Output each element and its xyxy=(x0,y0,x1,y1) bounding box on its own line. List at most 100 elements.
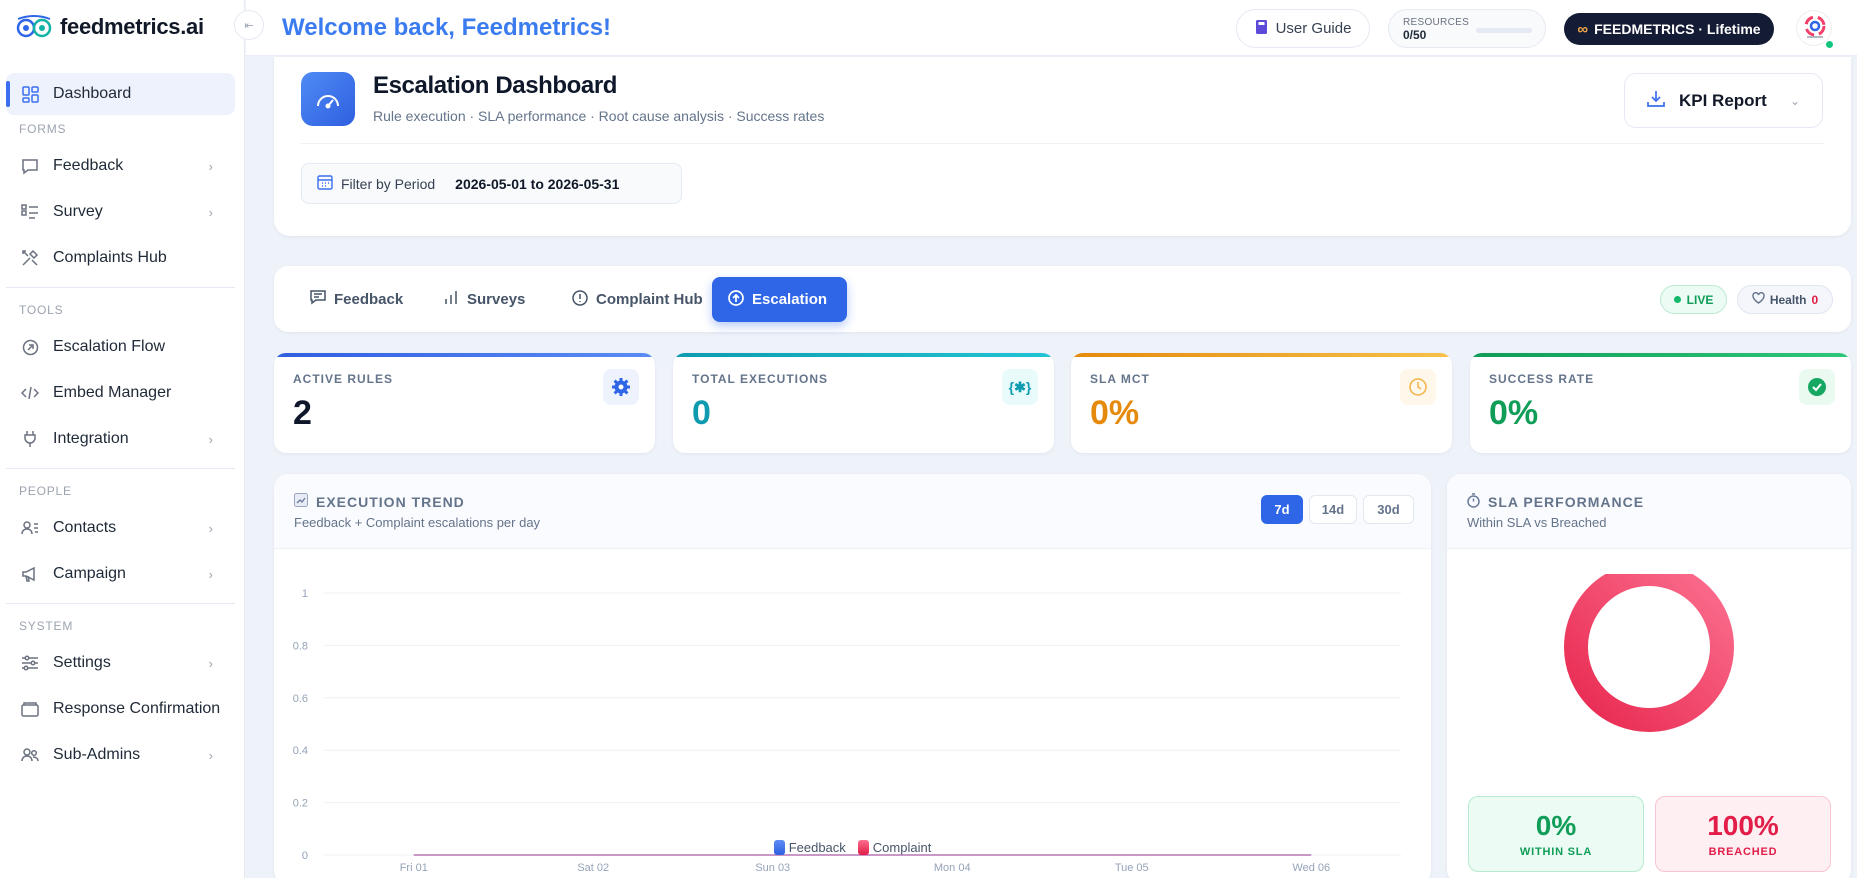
tab-complaint-hub[interactable]: Complaint Hub xyxy=(556,277,719,322)
download-icon xyxy=(1647,90,1665,112)
x-tick-label: Mon 04 xyxy=(934,862,971,874)
resources-progress-bar xyxy=(1476,28,1532,33)
resources-label: RESOURCES xyxy=(1403,17,1470,28)
legend-item-feedback[interactable]: Feedback xyxy=(773,840,846,855)
tab-label: Escalation xyxy=(752,291,828,308)
range-30d-button[interactable]: 30d xyxy=(1363,495,1414,524)
sidebar-item-response-confirmation[interactable]: Response Confirmation xyxy=(6,688,235,730)
legend-item-complaint[interactable]: Complaint xyxy=(857,840,931,855)
card-header: SLA PERFORMANCE Within SLA vs Breached xyxy=(1447,474,1851,549)
y-tick-label: 0.8 xyxy=(293,640,308,652)
stat-card-sla-mct: SLA MCT 0% xyxy=(1071,353,1452,453)
sidebar-item-label: Campaign xyxy=(53,565,126,582)
heart-icon xyxy=(1752,292,1765,307)
stat-accent-bar xyxy=(1071,353,1452,357)
arrow-up-circle-icon xyxy=(728,289,744,310)
period-filter[interactable]: Filter by Period 2026-05-01 to 2026-05-3… xyxy=(301,163,682,204)
filter-label: Filter by Period xyxy=(341,175,436,192)
sidebar-item-survey[interactable]: Survey › xyxy=(6,191,235,233)
divider xyxy=(6,468,235,469)
tab-label: Surveys xyxy=(467,291,526,308)
divider xyxy=(6,287,235,288)
stat-label: SLA MCT xyxy=(1090,372,1150,386)
execution-trend-card: EXECUTION TREND Feedback + Complaint esc… xyxy=(274,474,1431,878)
resources-meter: RESOURCES 0/50 xyxy=(1388,9,1546,48)
within-sla-label: WITHIN SLA xyxy=(1519,846,1593,858)
infinity-icon: ∞ xyxy=(1577,20,1589,38)
sla-performance-card: SLA PERFORMANCE Within SLA vs Breached 0… xyxy=(1447,474,1851,878)
health-label: Health xyxy=(1769,292,1807,307)
checklist-icon xyxy=(21,203,39,221)
stat-value: 2 xyxy=(293,394,312,432)
code-icon xyxy=(21,384,39,402)
bar-chart-icon xyxy=(444,290,459,309)
check-circle-icon xyxy=(1799,369,1835,405)
within-sla-box: 0% WITHIN SLA xyxy=(1468,796,1644,872)
sidebar-item-integration[interactable]: Integration › xyxy=(6,418,235,460)
stat-value: 0% xyxy=(1090,394,1140,432)
sidebar-item-embed-manager[interactable]: Embed Manager xyxy=(6,372,235,414)
online-status-dot xyxy=(1824,39,1835,50)
sidebar-item-dashboard[interactable]: Dashboard xyxy=(6,73,235,115)
plan-label: FEEDMETRICS · Lifetime xyxy=(1594,21,1761,37)
range-7d-button[interactable]: 7d xyxy=(1261,495,1303,524)
contacts-icon xyxy=(21,519,39,537)
stat-value: 0 xyxy=(692,394,711,432)
tab-surveys[interactable]: Surveys xyxy=(428,277,541,322)
sidebar-item-contacts[interactable]: Contacts › xyxy=(6,507,235,549)
welcome-heading: Welcome back, Feedmetrics! xyxy=(282,14,612,41)
kpi-report-button[interactable]: KPI Report ⌄ xyxy=(1624,73,1823,128)
section-system: SYSTEM xyxy=(19,619,74,633)
gauge-icon xyxy=(301,72,355,126)
card-header: EXECUTION TREND Feedback + Complaint esc… xyxy=(274,474,1431,549)
sidebar-item-campaign[interactable]: Campaign › xyxy=(6,553,235,595)
section-forms: FORMS xyxy=(19,122,67,136)
donut-slice-breached[interactable] xyxy=(1564,574,1734,732)
x-tick-label: Sun 03 xyxy=(755,862,790,874)
kpi-report-label: KPI Report xyxy=(1679,90,1767,110)
legend-label: Feedback xyxy=(788,840,846,855)
collapse-sidebar-button[interactable]: ⇤ xyxy=(234,10,264,40)
sidebar-item-complaints-hub[interactable]: Complaints Hub xyxy=(6,237,235,279)
user-guide-button[interactable]: User Guide xyxy=(1236,9,1370,48)
card-title: SLA PERFORMANCE xyxy=(1467,493,1644,511)
page-subtitle: Rule execution · SLA performance · Root … xyxy=(373,108,825,124)
stat-label: TOTAL EXECUTIONS xyxy=(692,372,829,386)
sidebar-item-label: Contacts xyxy=(53,519,117,536)
plan-badge[interactable]: ∞ FEEDMETRICS · Lifetime xyxy=(1564,13,1774,45)
sidebar-item-feedback[interactable]: Feedback › xyxy=(6,145,235,187)
message-icon xyxy=(310,290,326,309)
chart-legend: Feedback Complaint xyxy=(274,840,1431,855)
tab-label: Feedback xyxy=(334,291,404,308)
sidebar-item-sub-admins[interactable]: Sub-Admins › xyxy=(6,734,235,776)
plug-icon xyxy=(21,430,39,448)
stat-accent-bar xyxy=(673,353,1054,357)
sidebar-nav: Dashboard FORMS Feedback › Survey › Comp… xyxy=(6,73,235,780)
health-badge[interactable]: Health 0 xyxy=(1737,285,1833,314)
tab-escalation[interactable]: Escalation xyxy=(712,277,847,322)
sidebar-item-settings[interactable]: Settings › xyxy=(6,642,235,684)
braces-icon: {✱} xyxy=(1002,369,1038,405)
chevron-right-icon: › xyxy=(208,566,213,582)
sidebar-item-escalation-flow[interactable]: Escalation Flow xyxy=(6,326,235,368)
sliders-icon xyxy=(21,654,39,672)
book-icon xyxy=(1255,19,1268,39)
brand-logo[interactable]: feedmetrics.ai xyxy=(16,14,204,40)
range-14d-button[interactable]: 14d xyxy=(1309,495,1357,524)
chevron-right-icon: › xyxy=(208,747,213,763)
sidebar-item-label: Response Confirmation xyxy=(53,700,221,717)
stat-card-active-rules: ACTIVE RULES 2 xyxy=(274,353,655,453)
gear-icon xyxy=(603,369,639,405)
breached-box: 100% BREACHED xyxy=(1655,796,1831,872)
y-tick-label: 1 xyxy=(302,588,308,600)
live-dot-icon xyxy=(1673,296,1681,303)
owl-logo-icon xyxy=(16,15,54,39)
chevron-right-icon: › xyxy=(208,204,213,220)
card-subtitle: Within SLA vs Breached xyxy=(1467,515,1607,530)
sidebar-item-label: Settings xyxy=(53,654,111,671)
sidebar: feedmetrics.ai Dashboard FORMS Feedback … xyxy=(0,0,245,878)
live-label: LIVE xyxy=(1686,292,1714,307)
sidebar-item-label: Survey xyxy=(53,203,103,220)
sidebar-item-label: Escalation Flow xyxy=(53,338,166,355)
tab-feedback[interactable]: Feedback xyxy=(294,277,419,322)
